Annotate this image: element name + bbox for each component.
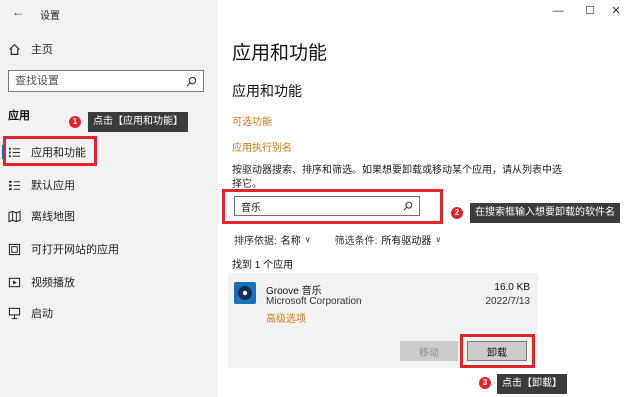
highlight-box-apps-features (3, 136, 97, 166)
app-publisher: Microsoft Corporation (266, 296, 362, 307)
chevron-down-icon: ∨ (304, 235, 311, 244)
sidebar-item-label: 可打开网站的应用 (31, 244, 119, 256)
chevron-down-icon: ∨ (435, 235, 442, 244)
app-name: Groove 音乐 (266, 286, 322, 297)
sidebar-item-apps-for-websites[interactable]: 可打开网站的应用 (8, 238, 208, 260)
app-execution-alias-link[interactable]: 应用执行别名 (232, 139, 292, 154)
step-1-badge: 1 (69, 116, 81, 128)
sidebar-item-label: 启动 (31, 308, 53, 320)
highlight-box-uninstall (460, 334, 535, 368)
filter-label: 筛选条件: (334, 236, 378, 247)
filter-dropdown[interactable]: 筛选条件: 所有驱动器 ∨ (335, 232, 442, 247)
step-2-callout: 在搜索框输入想要卸载的软件名 (470, 203, 620, 223)
window-title: 设置 (40, 11, 60, 22)
sort-dropdown[interactable]: 排序依据: 名称 ∨ (234, 232, 311, 247)
video-icon (8, 277, 21, 287)
default-apps-icon (8, 180, 21, 190)
map-icon (8, 210, 21, 222)
step-3-badge: 3 (479, 377, 491, 389)
sidebar-item-label: 视频播放 (31, 277, 75, 289)
sidebar-home-label: 主页 (31, 44, 53, 56)
sidebar-item-default-apps[interactable]: 默认应用 (8, 174, 208, 196)
open-web-icon (8, 243, 21, 255)
step-3-callout: 点击【卸载】 (497, 374, 567, 394)
page-title: 应用和功能 (232, 43, 328, 64)
move-button[interactable]: 移动 (400, 341, 458, 361)
filter-value: 所有驱动器 (381, 236, 432, 247)
sidebar-item-video-playback[interactable]: 视频播放 (8, 271, 208, 293)
settings-search-input[interactable] (15, 75, 186, 87)
app-size: 16.0 KB (494, 282, 530, 293)
startup-icon (8, 307, 21, 319)
minimize-button[interactable]: — (548, 3, 568, 19)
step-1-callout: 点击【应用和功能】 (88, 112, 188, 132)
close-button[interactable]: ✕ (606, 3, 626, 19)
section-title: 应用和功能 (232, 83, 302, 99)
results-count: 找到 1 个应用 (232, 260, 294, 271)
sidebar (0, 0, 218, 397)
sort-label: 排序依据: (234, 236, 277, 247)
groove-music-icon (234, 282, 256, 304)
search-icon[interactable] (186, 76, 197, 87)
home-icon (9, 43, 20, 55)
advanced-options-link[interactable]: 高级选项 (266, 310, 306, 325)
back-arrow-icon[interactable]: ← (10, 4, 26, 20)
sidebar-item-offline-maps[interactable]: 离线地图 (8, 205, 208, 227)
filter-bar: 排序依据: 名称 ∨ 筛选条件: 所有驱动器 ∨ (234, 232, 441, 247)
sidebar-item-label: 离线地图 (31, 211, 75, 223)
filter-description: 按驱动器搜索、排序和筛选。如果想要卸载或移动某个应用，请从列表中选择它。 (232, 165, 562, 190)
app-install-date: 2022/7/13 (485, 296, 531, 307)
sort-value: 名称 (280, 236, 301, 247)
sidebar-home[interactable]: 主页 (8, 40, 53, 58)
sidebar-item-label: 默认应用 (31, 180, 75, 192)
highlight-box-search (222, 189, 443, 224)
settings-search-box[interactable] (8, 70, 204, 92)
sidebar-section-label: 应用 (8, 110, 30, 122)
maximize-button[interactable]: ☐ (580, 3, 600, 19)
optional-features-link[interactable]: 可选功能 (232, 113, 272, 128)
sidebar-item-startup[interactable]: 启动 (8, 302, 208, 324)
step-2-badge: 2 (451, 207, 463, 219)
